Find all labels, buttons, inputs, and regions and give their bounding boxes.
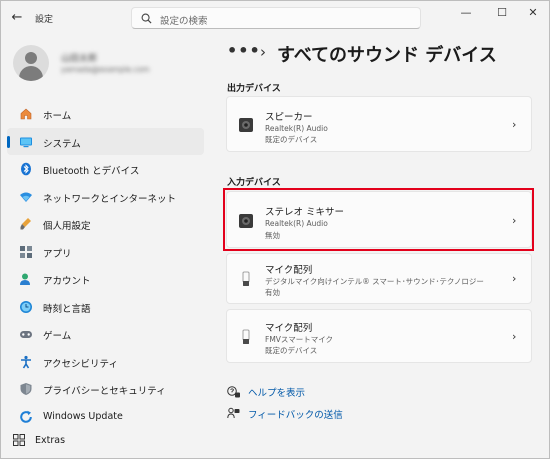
sidebar-item-windows-update[interactable]: Windows Update (7, 403, 204, 431)
device-name: ステレオ ミキサー (265, 207, 345, 218)
accounts-icon (20, 273, 30, 285)
minimize-button[interactable]: — (454, 5, 478, 21)
sidebar-item-bluetooth[interactable]: Bluetooth とデバイス (7, 155, 204, 183)
avatar-head-shape (25, 52, 37, 64)
apps-icon (20, 245, 32, 258)
page-title: すべてのサウンド デバイス (277, 45, 497, 66)
sidebar-item-network[interactable]: ネットワークとインターネット (7, 183, 204, 211)
network-icon (20, 192, 32, 202)
active-indicator (7, 135, 10, 148)
avatar-body-shape (19, 66, 43, 81)
sidebar-item-label: システム (43, 138, 81, 150)
maximize-button[interactable]: ☐ (490, 5, 514, 21)
device-name: スピーカー (265, 112, 313, 123)
chevron-right-icon: › (512, 272, 517, 285)
privacy-shield-icon (20, 383, 32, 395)
close-button[interactable]: ✕ (521, 5, 545, 21)
sidebar-item-label: アカウント (43, 276, 91, 287)
help-link-label: ヘルプを表示 (248, 388, 306, 399)
device-driver: Realtek(R) Audio (265, 219, 328, 228)
extras-grid-icon (13, 434, 25, 446)
device-card-mic-array-intel[interactable]: マイク配列 デジタルマイク向けインテル® スマート･サウンド･テクノロジー 有効… (226, 253, 532, 304)
breadcrumb-more-button[interactable]: ••• (227, 41, 261, 60)
home-icon (20, 108, 32, 120)
personalization-icon (20, 218, 31, 230)
sidebar-item-privacy[interactable]: プライバシーとセキュリティ (7, 375, 204, 403)
sidebar-item-label: Windows Update (43, 410, 123, 422)
feedback-icon (227, 407, 240, 419)
device-name: マイク配列 (265, 323, 313, 334)
sidebar-item-accounts[interactable]: アカウント (7, 265, 204, 293)
speaker-icon (239, 118, 253, 132)
avatar[interactable] (13, 45, 49, 81)
time-language-icon (20, 300, 32, 313)
profile-name: 山田太郎 (61, 54, 98, 64)
search-input[interactable]: 設定の検索 (131, 7, 421, 29)
output-devices-heading: 出力デバイス (227, 84, 281, 94)
breadcrumb-separator-icon: › (260, 43, 266, 61)
input-devices-heading: 入力デバイス (227, 178, 281, 188)
sidebar-item-label: プライバシーとセキュリティ (43, 386, 166, 397)
device-card-stereo-mixer[interactable]: ステレオ ミキサー Realtek(R) Audio 無効 › (226, 191, 532, 248)
sidebar-item-time-language[interactable]: 時刻と言語 (7, 293, 204, 321)
search-icon (141, 13, 152, 24)
device-status: 有効 (265, 288, 280, 297)
sidebar-item-personalization[interactable]: 個人用設定 (7, 210, 204, 238)
sidebar-item-label: 個人用設定 (43, 221, 91, 232)
chevron-right-icon: › (512, 214, 517, 227)
device-card-mic-array-fmv[interactable]: マイク配列 FMVスマートマイク 既定のデバイス › (226, 309, 532, 363)
profile-email: yamada@example.com (61, 65, 150, 74)
device-status: 既定のデバイス (265, 346, 318, 355)
stereo-mixer-icon (239, 214, 253, 228)
sidebar-item-label: アプリ (43, 248, 72, 260)
device-status: 既定のデバイス (265, 135, 318, 144)
sidebar-item-gaming[interactable]: ゲーム (7, 320, 204, 348)
search-placeholder: 設定の検索 (160, 16, 208, 27)
microphone-icon (242, 271, 250, 286)
device-driver: FMVスマートマイク (265, 335, 334, 344)
device-driver: Realtek(R) Audio (265, 124, 328, 133)
app-title: 設定 (35, 15, 54, 25)
chevron-right-icon: › (512, 330, 517, 343)
sidebar-item-label: アクセシビリティ (43, 358, 118, 370)
device-card-speaker[interactable]: スピーカー Realtek(R) Audio 既定のデバイス › (226, 96, 532, 152)
sidebar-item-label: 時刻と言語 (43, 303, 91, 315)
device-name: マイク配列 (265, 265, 313, 276)
device-driver: デジタルマイク向けインテル® スマート･サウンド･テクノロジー (265, 277, 484, 286)
bluetooth-icon (21, 162, 31, 176)
gaming-icon (20, 331, 32, 338)
system-icon (20, 137, 32, 147)
sidebar-item-accessibility[interactable]: アクセシビリティ (7, 348, 204, 376)
help-icon (227, 386, 240, 398)
accessibility-icon (21, 355, 31, 368)
sidebar-item-home[interactable]: ホーム (7, 100, 204, 128)
feedback-link-label: フィードバックの送信 (248, 410, 343, 421)
title-bar: ← 設定 設定の検索 — ☐ ✕ (1, 1, 549, 35)
chevron-right-icon: › (512, 118, 517, 131)
sidebar-item-label: ゲーム (43, 331, 72, 342)
sidebar-item-system[interactable]: システム (7, 127, 204, 155)
extras-label: Extras (35, 435, 66, 446)
sidebar-item-label: ホーム (43, 111, 72, 122)
settings-window: ← 設定 設定の検索 — ☐ ✕ 山田太郎 yamada@example.com… (0, 0, 550, 459)
sidebar-item-label: ネットワークとインターネット (43, 193, 177, 205)
windows-update-icon (20, 410, 32, 423)
device-status: 無効 (265, 231, 280, 240)
sidebar-item-label: Bluetooth とデバイス (43, 166, 140, 177)
microphone-icon (242, 329, 250, 344)
sidebar-item-apps[interactable]: アプリ (7, 238, 204, 266)
back-arrow-icon[interactable]: ← (9, 10, 25, 26)
sidebar-nav: ホーム システム Bluetooth とデバイス ネットワークとインターネット (7, 100, 207, 430)
